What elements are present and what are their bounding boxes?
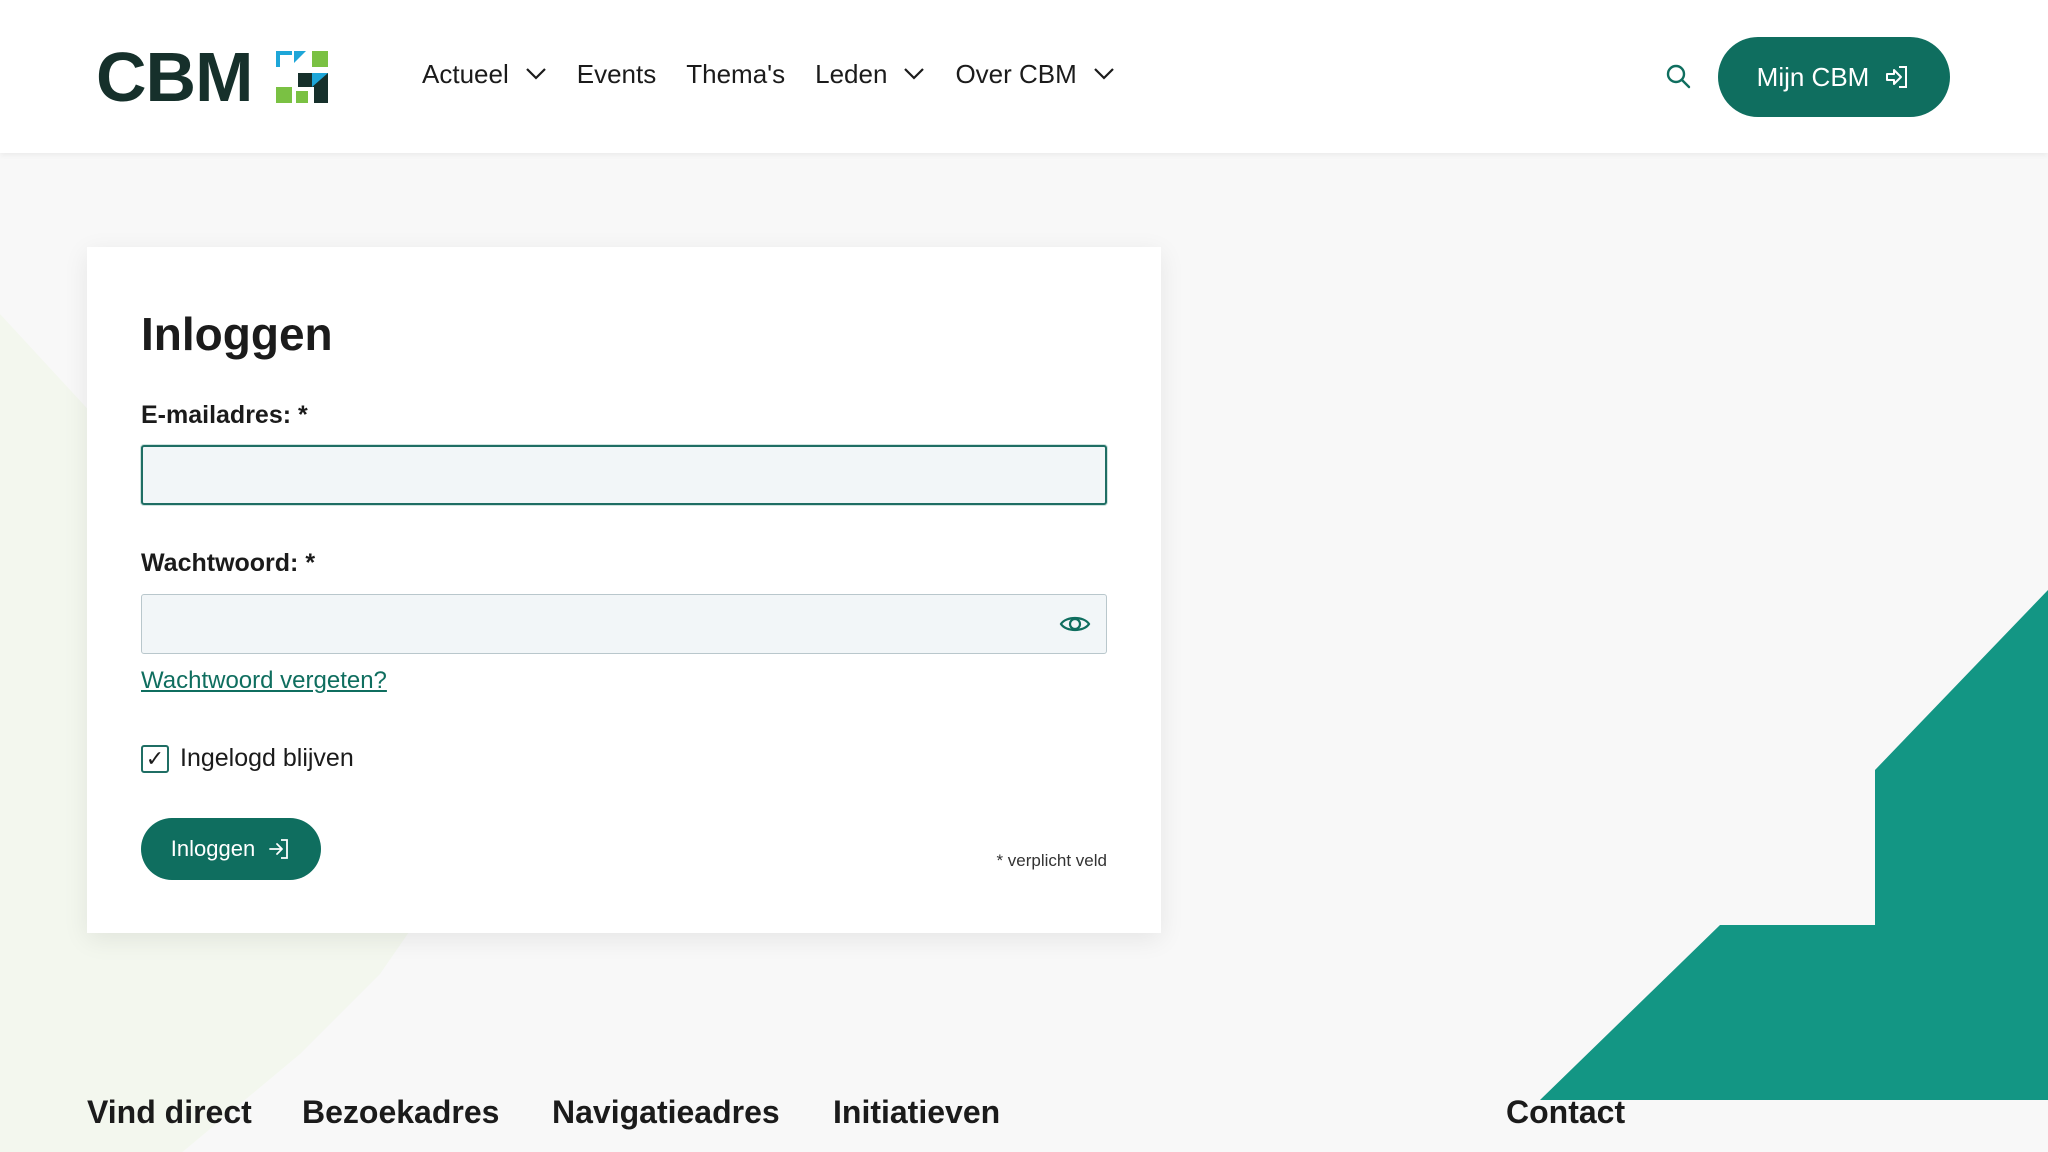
nav-label: Leden	[815, 58, 888, 89]
site-header: CBM Actueel Events Thema's Leden Over CB…	[0, 0, 2048, 153]
logo-text: CBM	[96, 38, 253, 116]
sign-in-icon	[269, 839, 289, 859]
login-submit-label: Inloggen	[170, 836, 256, 861]
nav-label: Thema's	[686, 58, 786, 89]
footer-heading-bezoekadres: Bezoekadres	[302, 1094, 500, 1130]
chevron-down-icon	[904, 68, 925, 80]
main-nav: Actueel Events Thema's Leden Over CBM	[422, 52, 1145, 96]
forgot-password-link[interactable]: Wachtwoord vergeten?	[141, 667, 387, 695]
sign-in-icon	[1886, 66, 1908, 88]
password-label: Wachtwoord: *	[141, 549, 316, 577]
nav-item-events[interactable]: Events	[577, 59, 657, 90]
chevron-down-icon	[525, 68, 546, 80]
email-field[interactable]	[141, 445, 1107, 505]
nav-label: Over CBM	[955, 58, 1077, 89]
footer-heading-initiatieven: Initiatieven	[833, 1094, 1001, 1130]
chevron-down-icon	[1094, 68, 1114, 80]
eye-icon[interactable]	[1059, 611, 1091, 637]
login-submit-button[interactable]: Inloggen	[141, 818, 321, 880]
page: CBM Actueel Events Thema's Leden Over CB…	[0, 0, 2048, 1152]
checkbox-box[interactable]: ✓	[141, 744, 169, 773]
footer-heading-navigatieadres: Navigatieadres	[552, 1094, 780, 1130]
login-card: Inloggen E-mailadres: * Wachtwoord: * Wa…	[87, 247, 1161, 933]
search-icon[interactable]	[1664, 62, 1692, 90]
password-field[interactable]	[141, 594, 1107, 654]
nav-item-actueel[interactable]: Actueel	[422, 59, 547, 90]
footer-heading-contact: Contact	[1506, 1094, 1626, 1130]
mijn-cbm-button[interactable]: Mijn CBM	[1718, 37, 1950, 117]
required-field-note: * verplicht veld	[996, 851, 1107, 870]
nav-label: Events	[576, 58, 657, 89]
remember-me-label: Ingelogd blijven	[180, 744, 354, 772]
checkmark-icon: ✓	[145, 745, 165, 771]
page-title: Inloggen	[141, 308, 333, 360]
nav-label: Actueel	[422, 58, 509, 89]
logo-mark-icon	[276, 51, 329, 103]
email-label: E-mailadres: *	[141, 401, 308, 429]
nav-item-themas[interactable]: Thema's	[686, 59, 785, 90]
nav-item-leden[interactable]: Leden	[815, 59, 925, 90]
mijn-cbm-label: Mijn CBM	[1756, 61, 1870, 92]
footer-heading-vind-direct: Vind direct	[87, 1094, 252, 1130]
background-shape-teal	[1540, 590, 2048, 1100]
cbm-logo[interactable]: CBM	[96, 42, 329, 112]
remember-me-checkbox[interactable]: ✓ Ingelogd blijven	[141, 744, 354, 773]
nav-item-over-cbm[interactable]: Over CBM	[955, 59, 1114, 90]
